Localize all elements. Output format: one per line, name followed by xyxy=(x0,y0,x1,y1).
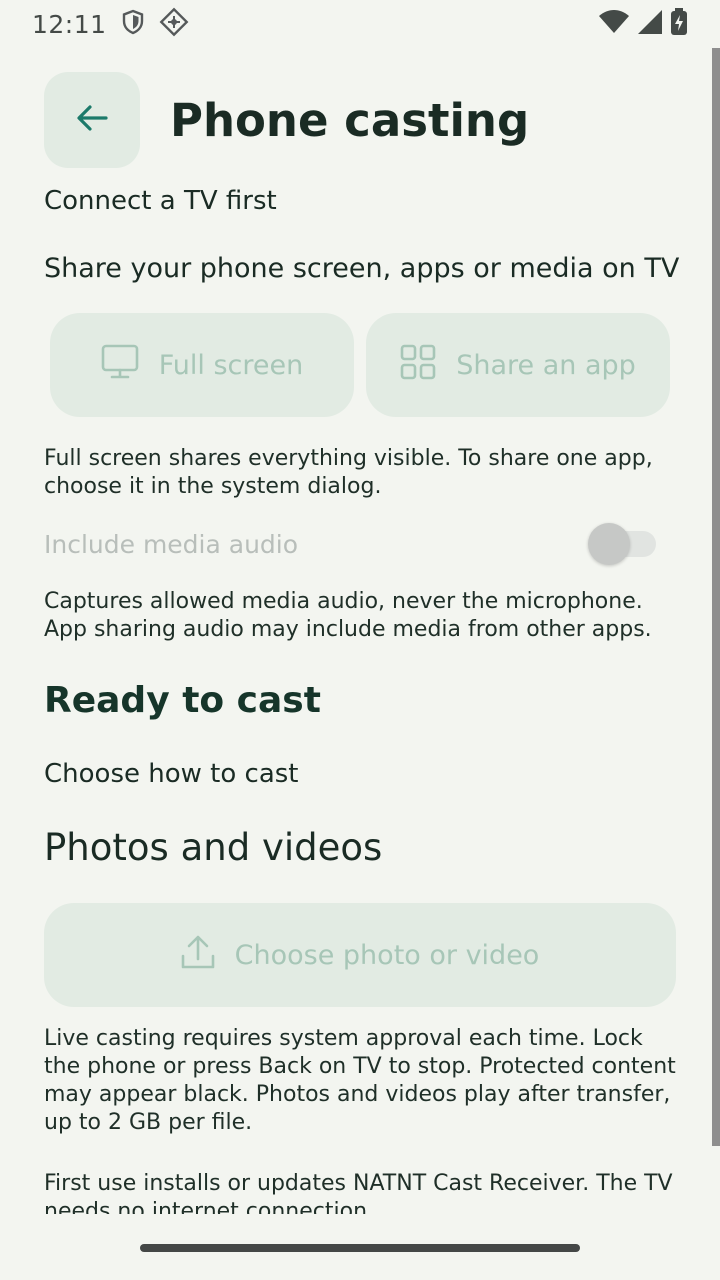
shield-icon xyxy=(121,9,145,39)
ready-heading: Ready to cast xyxy=(44,680,321,721)
switch-thumb xyxy=(588,523,630,565)
cellular-signal-icon xyxy=(636,9,664,39)
share-app-button[interactable]: Share an app xyxy=(366,313,670,417)
choose-media-button[interactable]: Choose photo or video xyxy=(44,903,676,1007)
app-header: Phone casting xyxy=(44,72,529,168)
upload-icon xyxy=(181,934,215,977)
media-audio-help: Captures allowed media audio, never the … xyxy=(44,589,652,642)
full-screen-help: Full screen shares everything visible. T… xyxy=(44,446,653,499)
arrow-left-icon xyxy=(72,98,112,142)
home-indicator[interactable] xyxy=(140,1244,580,1252)
first-use-help: First use installs or updates NATNT Cast… xyxy=(44,1171,673,1214)
scrollbar[interactable] xyxy=(712,48,720,1146)
back-button[interactable] xyxy=(44,72,140,168)
media-audio-row: Include media audio xyxy=(44,522,656,566)
status-bar: 12:11 xyxy=(0,0,720,48)
share-app-label: Share an app xyxy=(456,349,636,381)
page-title: Phone casting xyxy=(170,93,530,147)
photos-videos-heading: Photos and videos xyxy=(44,826,383,869)
media-audio-switch[interactable] xyxy=(588,523,656,565)
choose-media-label: Choose photo or video xyxy=(234,939,540,971)
monitor-icon xyxy=(101,344,139,387)
full-screen-label: Full screen xyxy=(158,349,304,381)
wifi-icon xyxy=(598,9,630,39)
share-description: Share your phone screen, apps or media o… xyxy=(44,253,680,284)
media-audio-label: Include media audio xyxy=(44,529,299,559)
connection-status: Connect a TV first xyxy=(44,186,277,216)
app-grid-icon xyxy=(400,344,436,387)
live-casting-help: Live casting requires system approval ea… xyxy=(44,1026,676,1135)
ready-subtitle: Choose how to cast xyxy=(44,759,299,789)
share-mode-buttons: Full screen Share an app xyxy=(50,313,670,417)
full-screen-button[interactable]: Full screen xyxy=(50,313,354,417)
battery-charging-icon xyxy=(670,8,688,40)
vpn-diamond-icon xyxy=(159,7,189,41)
status-time: 12:11 xyxy=(32,9,107,39)
